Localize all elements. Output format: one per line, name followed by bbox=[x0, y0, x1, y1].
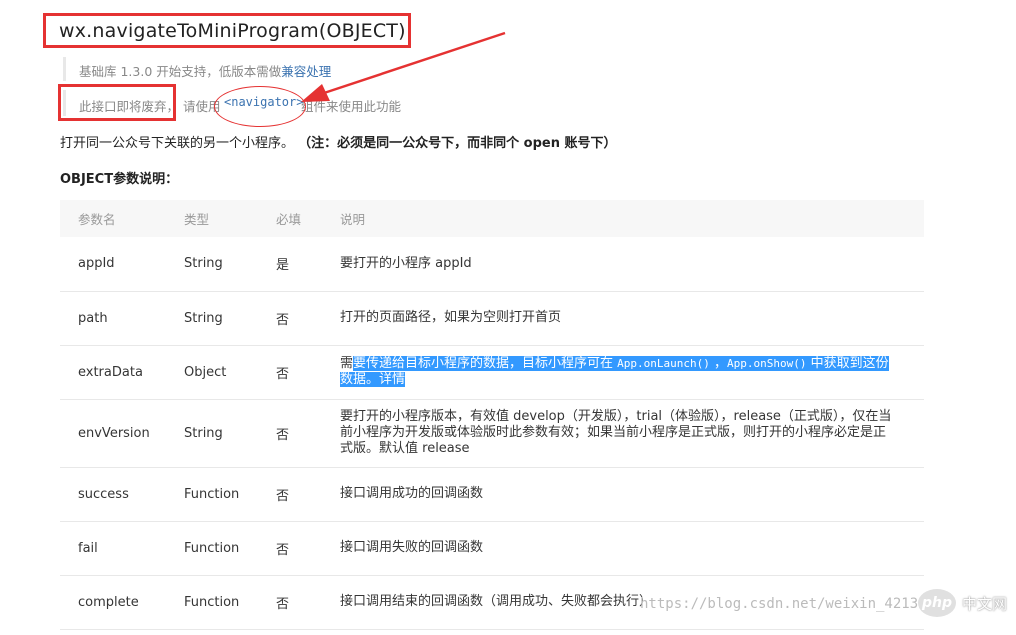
table-header-row: 参数名 类型 必填 说明 bbox=[60, 200, 924, 237]
cell-name: success bbox=[60, 467, 183, 522]
section-title: OBJECT参数说明： bbox=[60, 172, 179, 187]
header-name: 参数名 bbox=[78, 212, 116, 227]
table-row: appId String 是 要打开的小程序 appId bbox=[60, 237, 924, 292]
onlaunch-code: App.onLaunch() bbox=[617, 357, 710, 370]
cell-required: 否 bbox=[275, 575, 339, 630]
cell-type: Function bbox=[183, 467, 275, 522]
deprecation-highlight-box bbox=[58, 84, 176, 121]
cell-name: envVersion bbox=[60, 399, 183, 468]
cell-type: Function bbox=[183, 521, 275, 576]
table-row: success Function 否 接口调用成功的回调函数 bbox=[60, 467, 924, 522]
version-note-text: 基础库 1.3.0 开始支持，低版本需做 bbox=[79, 64, 282, 79]
cell-desc: 打开的页面路径，如果为空则打开首页 bbox=[339, 291, 924, 346]
table-row: path String 否 打开的页面路径，如果为空则打开首页 bbox=[60, 291, 924, 346]
cell-required: 是 bbox=[275, 237, 339, 292]
description: 打开同一公众号下关联的另一个小程序。 （注：必须是同一公众号下，而非同个 ope… bbox=[60, 132, 617, 151]
cell-name: extraData bbox=[60, 345, 183, 400]
description-note: （注：必须是同一公众号下，而非同个 open 账号下） bbox=[298, 136, 617, 151]
table-row: extraData Object 否 需要传递给目标小程序的数据，目标小程序可在… bbox=[60, 345, 924, 400]
cell-desc: 需要传递给目标小程序的数据，目标小程序可在 App.onLaunch() ，Ap… bbox=[339, 345, 924, 400]
cell-name: appId bbox=[60, 237, 183, 292]
desc-link[interactable]: 数据。详情 bbox=[340, 372, 405, 387]
cell-name: complete bbox=[60, 575, 183, 630]
cell-type: String bbox=[183, 399, 275, 468]
deprecation-note: 此接口即将废弃， 请使用 <navigator> 组件来使用此功能 bbox=[63, 90, 928, 116]
onshow-code: App.onShow() bbox=[727, 357, 807, 370]
table-row: envVersion String 否 要打开的小程序版本，有效值 develo… bbox=[60, 399, 924, 468]
page-title: wx.navigateToMiniProgram(OBJECT) bbox=[59, 20, 406, 42]
cell-desc: 要打开的小程序 appId bbox=[339, 237, 924, 292]
cell-required: 否 bbox=[275, 399, 339, 468]
params-table: 参数名 类型 必填 说明 appId String 是 要打开的小程序 appI… bbox=[60, 200, 924, 630]
url-watermark: https://blog.csdn.net/weixin_42133469 bbox=[640, 596, 952, 612]
selected-text[interactable]: 要传递给目标小程序的数据，目标小程序可在 App.onLaunch() ，App… bbox=[340, 356, 889, 387]
cell-type: Function bbox=[183, 575, 275, 630]
desc-prefix: 需 bbox=[340, 356, 354, 371]
php-site-label: 中文网 bbox=[962, 595, 1008, 613]
header-required: 必填 bbox=[276, 212, 302, 227]
cell-required: 否 bbox=[275, 467, 339, 522]
cell-type: String bbox=[183, 237, 275, 292]
cell-type: String bbox=[183, 291, 275, 346]
desc-part: 中获取到这份 bbox=[806, 356, 889, 371]
header-type: 类型 bbox=[184, 212, 210, 227]
table-row: fail Function 否 接口调用失败的回调函数 bbox=[60, 521, 924, 576]
cell-desc: 接口调用成功的回调函数 bbox=[339, 467, 924, 522]
cell-required: 否 bbox=[275, 291, 339, 346]
cell-desc: 接口调用失败的回调函数 bbox=[339, 521, 924, 576]
navigator-highlight-oval bbox=[214, 86, 306, 127]
component-text: 组件来使用此功能 bbox=[301, 99, 402, 114]
description-text: 打开同一公众号下关联的另一个小程序。 bbox=[60, 136, 295, 151]
desc-part: 要传递给目标小程序的数据，目标小程序可在 bbox=[353, 356, 618, 371]
cell-required: 否 bbox=[275, 521, 339, 576]
desc-sep: ， bbox=[709, 356, 728, 371]
cell-required: 否 bbox=[275, 345, 339, 400]
php-logo-icon: php bbox=[918, 589, 956, 617]
cell-name: fail bbox=[60, 521, 183, 576]
cell-desc: 要打开的小程序版本，有效值 develop（开发版），trial（体验版），re… bbox=[339, 399, 924, 468]
cell-name: path bbox=[60, 291, 183, 346]
compat-link[interactable]: 兼容处理 bbox=[281, 64, 331, 79]
header-desc: 说明 bbox=[340, 212, 366, 227]
version-note: 基础库 1.3.0 开始支持，低版本需做兼容处理 bbox=[63, 57, 928, 81]
cell-type: Object bbox=[183, 345, 275, 400]
